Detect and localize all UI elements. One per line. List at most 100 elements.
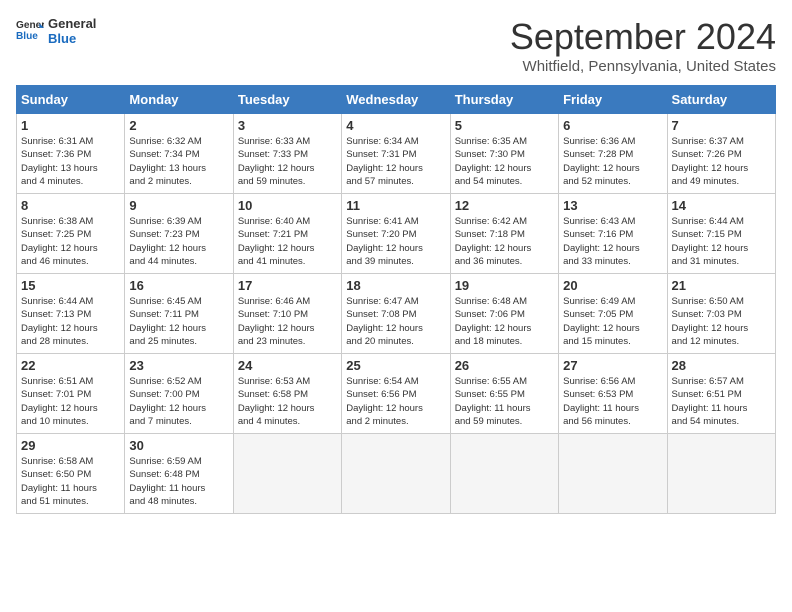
calendar-cell: 25 Sunrise: 6:54 AM Sunset: 6:56 PM Dayli…: [342, 354, 450, 434]
calendar-cell: 21 Sunrise: 6:50 AM Sunset: 7:03 PM Dayli…: [667, 274, 775, 354]
calendar-cell: 26 Sunrise: 6:55 AM Sunset: 6:55 PM Dayli…: [450, 354, 558, 434]
weekday-header: Thursday: [450, 86, 558, 114]
calendar-cell: 28 Sunrise: 6:57 AM Sunset: 6:51 PM Dayli…: [667, 354, 775, 434]
day-info: Sunrise: 6:40 AM Sunset: 7:21 PM Dayligh…: [238, 215, 337, 268]
day-number: 9: [129, 198, 228, 213]
weekday-header: Tuesday: [233, 86, 341, 114]
day-number: 8: [21, 198, 120, 213]
day-number: 5: [455, 118, 554, 133]
day-info: Sunrise: 6:49 AM Sunset: 7:05 PM Dayligh…: [563, 295, 662, 348]
day-info: Sunrise: 6:51 AM Sunset: 7:01 PM Dayligh…: [21, 375, 120, 428]
day-number: 23: [129, 358, 228, 373]
calendar-cell: 27 Sunrise: 6:56 AM Sunset: 6:53 PM Dayli…: [559, 354, 667, 434]
calendar-body: 1 Sunrise: 6:31 AM Sunset: 7:36 PM Daylig…: [17, 114, 776, 514]
calendar-week-row: 29 Sunrise: 6:58 AM Sunset: 6:50 PM Dayli…: [17, 434, 776, 514]
calendar-cell: 24 Sunrise: 6:53 AM Sunset: 6:58 PM Dayli…: [233, 354, 341, 434]
calendar-cell: 1 Sunrise: 6:31 AM Sunset: 7:36 PM Daylig…: [17, 114, 125, 194]
calendar-cell: 13Sunrise: 6:43 AM Sunset: 7:16 PM Dayli…: [559, 194, 667, 274]
calendar-cell: 4 Sunrise: 6:34 AM Sunset: 7:31 PM Daylig…: [342, 114, 450, 194]
month-title: September 2024: [510, 16, 776, 58]
calendar-cell: 19 Sunrise: 6:48 AM Sunset: 7:06 PM Dayli…: [450, 274, 558, 354]
logo: General Blue General Blue: [16, 16, 96, 46]
calendar-cell: 29 Sunrise: 6:58 AM Sunset: 6:50 PM Dayli…: [17, 434, 125, 514]
calendar-cell: 3 Sunrise: 6:33 AM Sunset: 7:33 PM Daylig…: [233, 114, 341, 194]
day-number: 24: [238, 358, 337, 373]
calendar-week-row: 22Sunrise: 6:51 AM Sunset: 7:01 PM Dayli…: [17, 354, 776, 434]
day-info: Sunrise: 6:58 AM Sunset: 6:50 PM Dayligh…: [21, 455, 120, 508]
calendar-cell: 14 Sunrise: 6:44 AM Sunset: 7:15 PM Dayli…: [667, 194, 775, 274]
day-number: 26: [455, 358, 554, 373]
calendar-cell: 10 Sunrise: 6:40 AM Sunset: 7:21 PM Dayli…: [233, 194, 341, 274]
day-number: 2: [129, 118, 228, 133]
day-info: Sunrise: 6:59 AM Sunset: 6:48 PM Dayligh…: [129, 455, 228, 508]
calendar-cell: 17 Sunrise: 6:46 AM Sunset: 7:10 PM Dayli…: [233, 274, 341, 354]
day-number: 28: [672, 358, 771, 373]
weekday-header: Saturday: [667, 86, 775, 114]
calendar-week-row: 1 Sunrise: 6:31 AM Sunset: 7:36 PM Daylig…: [17, 114, 776, 194]
day-info: Sunrise: 6:38 AM Sunset: 7:25 PM Dayligh…: [21, 215, 120, 268]
day-info: Sunrise: 6:41 AM Sunset: 7:20 PM Dayligh…: [346, 215, 445, 268]
day-number: 25: [346, 358, 445, 373]
day-info: Sunrise: 6:44 AM Sunset: 7:15 PM Dayligh…: [672, 215, 771, 268]
calendar-cell: 18Sunrise: 6:47 AM Sunset: 7:08 PM Dayli…: [342, 274, 450, 354]
calendar-cell: [342, 434, 450, 514]
weekday-header: Wednesday: [342, 86, 450, 114]
day-info: Sunrise: 6:42 AM Sunset: 7:18 PM Dayligh…: [455, 215, 554, 268]
day-info: Sunrise: 6:39 AM Sunset: 7:23 PM Dayligh…: [129, 215, 228, 268]
day-number: 13: [563, 198, 662, 213]
weekday-header: Sunday: [17, 86, 125, 114]
logo-line2: Blue: [48, 31, 96, 46]
day-info: Sunrise: 6:31 AM Sunset: 7:36 PM Dayligh…: [21, 135, 120, 188]
day-number: 4: [346, 118, 445, 133]
day-info: Sunrise: 6:35 AM Sunset: 7:30 PM Dayligh…: [455, 135, 554, 188]
day-number: 1: [21, 118, 120, 133]
day-number: 11: [346, 198, 445, 213]
day-number: 15: [21, 278, 120, 293]
day-number: 27: [563, 358, 662, 373]
day-info: Sunrise: 6:33 AM Sunset: 7:33 PM Dayligh…: [238, 135, 337, 188]
weekday-header: Monday: [125, 86, 233, 114]
calendar-week-row: 15Sunrise: 6:44 AM Sunset: 7:13 PM Dayli…: [17, 274, 776, 354]
day-info: Sunrise: 6:34 AM Sunset: 7:31 PM Dayligh…: [346, 135, 445, 188]
day-number: 21: [672, 278, 771, 293]
calendar-cell: [559, 434, 667, 514]
logo-line1: General: [48, 16, 96, 31]
calendar-header-row: SundayMondayTuesdayWednesdayThursdayFrid…: [17, 86, 776, 114]
calendar-cell: 15Sunrise: 6:44 AM Sunset: 7:13 PM Dayli…: [17, 274, 125, 354]
page-header: General Blue General Blue September 2024…: [16, 16, 776, 75]
calendar-cell: 7Sunrise: 6:37 AM Sunset: 7:26 PM Daylig…: [667, 114, 775, 194]
day-number: 16: [129, 278, 228, 293]
day-info: Sunrise: 6:46 AM Sunset: 7:10 PM Dayligh…: [238, 295, 337, 348]
day-info: Sunrise: 6:50 AM Sunset: 7:03 PM Dayligh…: [672, 295, 771, 348]
calendar-cell: 8 Sunrise: 6:38 AM Sunset: 7:25 PM Daylig…: [17, 194, 125, 274]
day-info: Sunrise: 6:54 AM Sunset: 6:56 PM Dayligh…: [346, 375, 445, 428]
calendar-cell: 30 Sunrise: 6:59 AM Sunset: 6:48 PM Dayli…: [125, 434, 233, 514]
logo-icon: General Blue: [16, 17, 44, 45]
day-number: 14: [672, 198, 771, 213]
calendar-cell: 11 Sunrise: 6:41 AM Sunset: 7:20 PM Dayli…: [342, 194, 450, 274]
svg-text:Blue: Blue: [16, 31, 38, 42]
calendar-cell: 6Sunrise: 6:36 AM Sunset: 7:28 PM Daylig…: [559, 114, 667, 194]
day-info: Sunrise: 6:56 AM Sunset: 6:53 PM Dayligh…: [563, 375, 662, 428]
day-info: Sunrise: 6:47 AM Sunset: 7:08 PM Dayligh…: [346, 295, 445, 348]
title-block: September 2024 Whitfield, Pennsylvania, …: [510, 16, 776, 75]
day-number: 19: [455, 278, 554, 293]
calendar-cell: [667, 434, 775, 514]
calendar-table: SundayMondayTuesdayWednesdayThursdayFrid…: [16, 85, 776, 514]
day-number: 17: [238, 278, 337, 293]
day-number: 3: [238, 118, 337, 133]
day-number: 29: [21, 438, 120, 453]
day-info: Sunrise: 6:57 AM Sunset: 6:51 PM Dayligh…: [672, 375, 771, 428]
day-info: Sunrise: 6:45 AM Sunset: 7:11 PM Dayligh…: [129, 295, 228, 348]
day-number: 10: [238, 198, 337, 213]
day-info: Sunrise: 6:53 AM Sunset: 6:58 PM Dayligh…: [238, 375, 337, 428]
day-info: Sunrise: 6:48 AM Sunset: 7:06 PM Dayligh…: [455, 295, 554, 348]
weekday-header: Friday: [559, 86, 667, 114]
calendar-cell: [233, 434, 341, 514]
day-number: 20: [563, 278, 662, 293]
day-info: Sunrise: 6:55 AM Sunset: 6:55 PM Dayligh…: [455, 375, 554, 428]
day-number: 30: [129, 438, 228, 453]
day-number: 6: [563, 118, 662, 133]
calendar-cell: 5 Sunrise: 6:35 AM Sunset: 7:30 PM Daylig…: [450, 114, 558, 194]
day-number: 12: [455, 198, 554, 213]
